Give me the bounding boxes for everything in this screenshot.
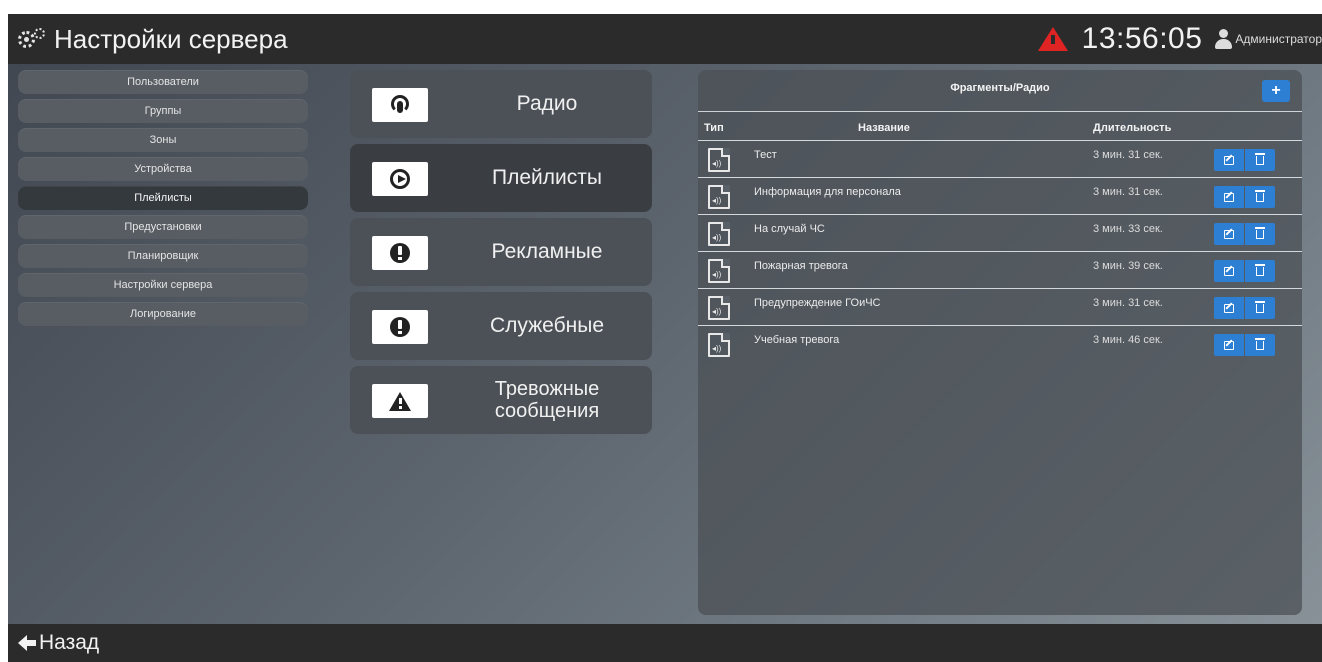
sidebar-item-users[interactable]: Пользователи bbox=[18, 70, 308, 94]
category-alarm-messages[interactable]: Тревожные сообщения bbox=[350, 366, 652, 434]
column-type: Тип bbox=[704, 122, 724, 134]
exclamation-circle-icon bbox=[390, 317, 410, 337]
delete-button[interactable] bbox=[1245, 260, 1275, 282]
delete-button[interactable] bbox=[1245, 297, 1275, 319]
table-row[interactable]: ◂)) Учебная тревога 3 мин. 46 сек. bbox=[698, 325, 1302, 362]
edit-button[interactable] bbox=[1214, 186, 1244, 208]
edit-button[interactable] bbox=[1214, 149, 1244, 171]
row-duration: 3 мин. 39 сек. bbox=[1093, 260, 1163, 272]
trash-icon bbox=[1255, 152, 1265, 165]
audio-file-icon: ◂)) bbox=[708, 259, 730, 283]
trash-icon bbox=[1255, 337, 1265, 350]
category-radio[interactable]: Радио bbox=[350, 70, 652, 138]
row-name: Учебная тревога bbox=[754, 334, 840, 346]
sidebar: Пользователи Группы Зоны Устройства Плей… bbox=[18, 70, 308, 331]
category-label-line2: сообщения bbox=[494, 400, 600, 422]
category-label: Служебные bbox=[489, 314, 605, 337]
row-name: На случай ЧС bbox=[754, 223, 825, 235]
edit-icon bbox=[1224, 303, 1234, 313]
edit-button[interactable] bbox=[1214, 260, 1244, 282]
bottom-bar: Назад bbox=[8, 624, 1322, 662]
table-row[interactable]: ◂)) Тест 3 мин. 31 сек. bbox=[698, 140, 1302, 177]
warning-triangle-icon bbox=[389, 391, 411, 411]
edit-icon bbox=[1224, 155, 1234, 165]
edit-icon bbox=[1224, 229, 1234, 239]
row-duration: 3 мин. 31 сек. bbox=[1093, 149, 1163, 161]
add-button[interactable]: + bbox=[1262, 80, 1290, 102]
edit-icon bbox=[1224, 340, 1234, 350]
column-name: Название bbox=[858, 122, 910, 134]
trash-icon bbox=[1255, 300, 1265, 313]
sidebar-item-groups[interactable]: Группы bbox=[18, 99, 308, 123]
row-duration: 3 мин. 31 сек. bbox=[1093, 186, 1163, 198]
trash-icon bbox=[1255, 226, 1265, 239]
edit-icon bbox=[1224, 266, 1234, 276]
app-title: Настройки сервера bbox=[18, 24, 288, 55]
gears-icon bbox=[18, 28, 48, 50]
top-bar: Настройки сервера 13:56:05 Администратор bbox=[8, 14, 1322, 64]
category-playlists[interactable]: Плейлисты bbox=[350, 144, 652, 212]
table-header: Тип Название Длительность bbox=[698, 112, 1302, 140]
column-duration: Длительность bbox=[1093, 122, 1172, 134]
category-label: Тревожные сообщения bbox=[462, 378, 632, 422]
category-label: Плейлисты bbox=[492, 166, 602, 189]
row-name: Пожарная тревога bbox=[754, 260, 848, 272]
table-row[interactable]: ◂)) Информация для персонала 3 мин. 31 с… bbox=[698, 177, 1302, 214]
row-name: Предупреждение ГОиЧС bbox=[754, 297, 881, 309]
podcast-icon bbox=[391, 95, 409, 115]
sidebar-item-server-settings[interactable]: Настройки сервера bbox=[18, 273, 308, 297]
back-label: Назад bbox=[39, 631, 100, 654]
category-label: Радио bbox=[516, 92, 578, 115]
status-area: 13:56:05 Администратор bbox=[1037, 14, 1322, 64]
row-name: Тест bbox=[754, 149, 777, 161]
panel-title: Фрагменты/Радио bbox=[950, 82, 1050, 94]
table-row[interactable]: ◂)) Пожарная тревога 3 мин. 39 сек. bbox=[698, 251, 1302, 288]
audio-file-icon: ◂)) bbox=[708, 148, 730, 172]
user-icon[interactable] bbox=[1214, 29, 1233, 49]
back-button[interactable]: Назад bbox=[18, 631, 99, 655]
row-name: Информация для персонала bbox=[754, 186, 901, 198]
edit-button[interactable] bbox=[1214, 223, 1244, 245]
delete-button[interactable] bbox=[1245, 149, 1275, 171]
table-row[interactable]: ◂)) На случай ЧС 3 мин. 33 сек. bbox=[698, 214, 1302, 251]
delete-button[interactable] bbox=[1245, 186, 1275, 208]
row-duration: 3 мин. 33 сек. bbox=[1093, 223, 1163, 235]
play-circle-icon bbox=[390, 169, 410, 189]
clock: 13:56:05 bbox=[1081, 22, 1203, 55]
category-label: Рекламные bbox=[491, 240, 603, 263]
audio-file-icon: ◂)) bbox=[708, 296, 730, 320]
category-label-line1: Тревожные bbox=[494, 378, 600, 400]
sidebar-item-scheduler[interactable]: Планировщик bbox=[18, 244, 308, 268]
main-area: Пользователи Группы Зоны Устройства Плей… bbox=[8, 64, 1322, 624]
row-duration: 3 мин. 31 сек. bbox=[1093, 297, 1163, 309]
sidebar-item-playlists[interactable]: Плейлисты bbox=[18, 186, 308, 210]
exclamation-circle-icon bbox=[390, 243, 410, 263]
category-service[interactable]: Служебные bbox=[350, 292, 652, 360]
audio-file-icon: ◂)) bbox=[708, 185, 730, 209]
delete-button[interactable] bbox=[1245, 334, 1275, 356]
fragments-panel: Фрагменты/Радио + Тип Название Длительно… bbox=[698, 70, 1302, 615]
arrow-left-icon bbox=[18, 635, 36, 651]
page-title: Настройки сервера bbox=[54, 23, 288, 54]
trash-icon bbox=[1255, 263, 1265, 276]
trash-icon bbox=[1255, 189, 1265, 202]
edit-button[interactable] bbox=[1214, 334, 1244, 356]
sidebar-item-zones[interactable]: Зоны bbox=[18, 128, 308, 152]
edit-button[interactable] bbox=[1214, 297, 1244, 319]
audio-file-icon: ◂)) bbox=[708, 222, 730, 246]
panel-header: Фрагменты/Радио + bbox=[698, 70, 1302, 112]
audio-file-icon: ◂)) bbox=[708, 333, 730, 357]
table-row[interactable]: ◂)) Предупреждение ГОиЧС 3 мин. 31 сек. bbox=[698, 288, 1302, 325]
sidebar-item-logging[interactable]: Логирование bbox=[18, 302, 308, 326]
category-ads[interactable]: Рекламные bbox=[350, 218, 652, 286]
sidebar-item-presets[interactable]: Предустановки bbox=[18, 215, 308, 239]
delete-button[interactable] bbox=[1245, 223, 1275, 245]
category-list: Радио Плейлисты Рекламные Служебные Трев… bbox=[350, 70, 652, 440]
alert-triangle-icon[interactable] bbox=[1037, 27, 1068, 51]
user-name[interactable]: Администратор bbox=[1235, 32, 1322, 46]
table-body: ◂)) Тест 3 мин. 31 сек. ◂)) Информация д… bbox=[698, 140, 1302, 362]
sidebar-item-devices[interactable]: Устройства bbox=[18, 157, 308, 181]
edit-icon bbox=[1224, 192, 1234, 202]
row-duration: 3 мин. 46 сек. bbox=[1093, 334, 1163, 346]
